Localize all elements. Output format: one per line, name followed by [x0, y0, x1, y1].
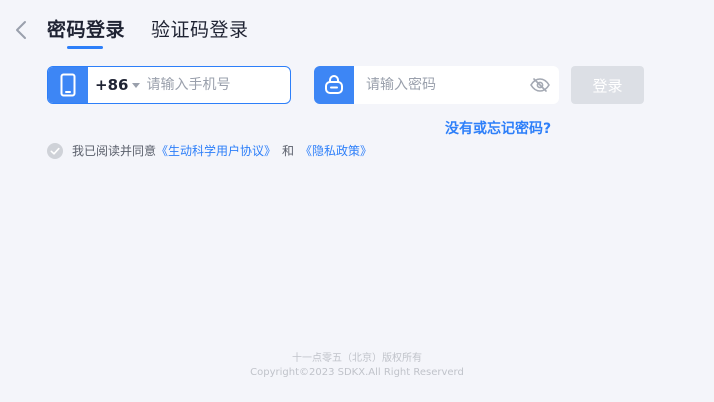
forgot-password-link[interactable]: 没有或忘记密码?	[445, 118, 551, 138]
agreement-row: 我已阅读并同意 《生动科学用户协议》 和 《隐私政策》	[47, 142, 372, 159]
back-button[interactable]	[12, 18, 30, 42]
check-circle-icon[interactable]	[47, 142, 63, 159]
tab-code-login[interactable]: 验证码登录	[151, 17, 249, 43]
privacy-link[interactable]: 《隐私政策》	[300, 142, 372, 159]
footer-company: 十一点零五（北京）版权所有	[292, 353, 422, 364]
terms-link[interactable]: 《生动科学用户协议》	[156, 142, 276, 159]
mobile-phone-icon	[60, 73, 76, 97]
active-tab-indicator	[67, 46, 103, 49]
tab-label: 密码登录	[47, 19, 126, 41]
login-button[interactable]: 登录	[571, 66, 644, 104]
agreement-prefix: 我已阅读并同意	[72, 144, 157, 158]
footer-copyright: Copyright©2023 SDKX.All Right Reserverd	[250, 367, 464, 378]
phone-field: +86	[47, 66, 291, 104]
country-code[interactable]: +86	[95, 76, 128, 94]
agreement-and: 和	[282, 144, 295, 158]
chevron-left-icon	[16, 21, 26, 39]
phone-input[interactable]	[146, 77, 290, 93]
phone-icon-block	[48, 67, 88, 103]
eye-hidden-icon[interactable]	[525, 78, 555, 92]
password-field	[314, 66, 559, 104]
tab-label: 验证码登录	[151, 19, 249, 41]
lock-icon-block	[314, 66, 354, 104]
tab-password-login[interactable]: 密码登录	[47, 17, 126, 49]
lock-icon	[325, 75, 343, 94]
caret-down-icon[interactable]	[132, 82, 141, 88]
login-tabs: 密码登录 验证码登录	[47, 17, 249, 49]
password-input[interactable]	[366, 77, 525, 93]
